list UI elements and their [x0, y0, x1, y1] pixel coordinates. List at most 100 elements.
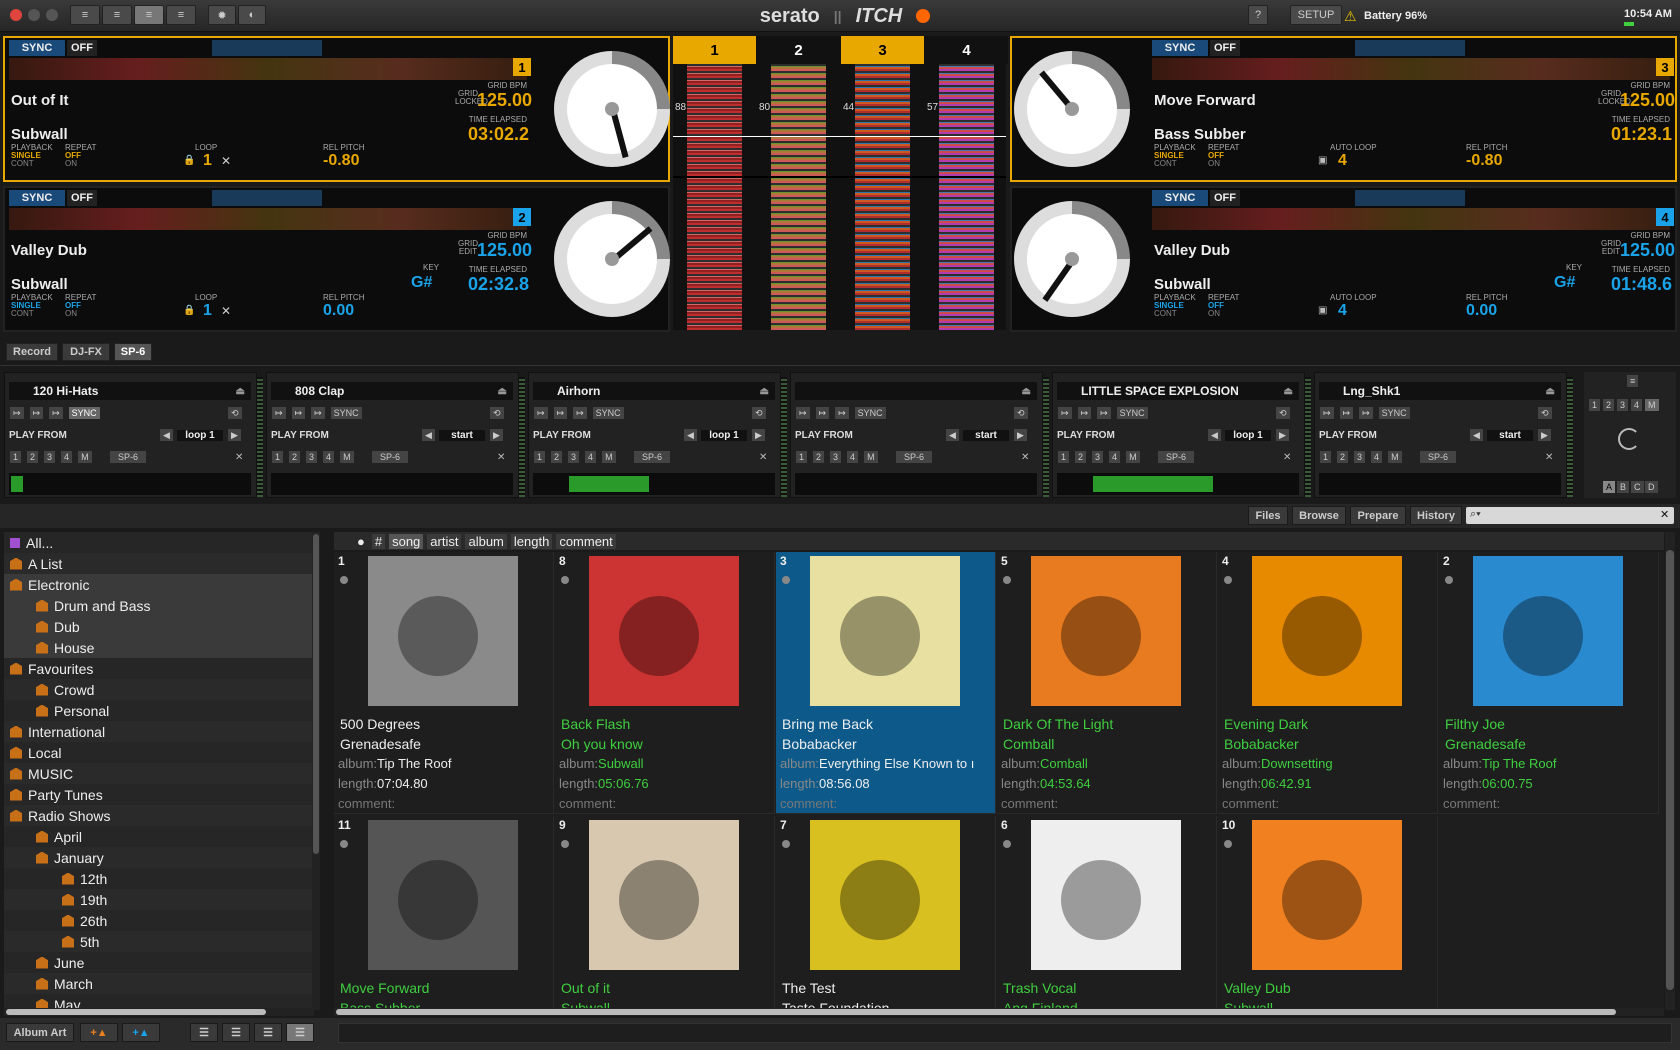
output-1-button[interactable]: 1	[795, 450, 809, 464]
sp6-output-button[interactable]: SP-6	[633, 450, 672, 464]
night-mode-button[interactable]: ◐	[238, 5, 266, 25]
sample-waveform[interactable]	[795, 473, 1037, 495]
on-off-mode-icon[interactable]: ↦	[1096, 406, 1112, 420]
play-from-value[interactable]: loop 1	[177, 429, 223, 441]
play-from-prev-button[interactable]: ◀	[945, 428, 960, 442]
master-output-2-button[interactable]: 2	[1602, 398, 1616, 412]
sync-button[interactable]: SYNC	[9, 40, 65, 56]
search-clear-icon[interactable]: ✕	[1660, 508, 1669, 521]
master-output-4-button[interactable]: 4	[1630, 398, 1644, 412]
hold-mode-icon[interactable]: ↦	[552, 406, 569, 420]
loop-value[interactable]: 4	[1338, 152, 1347, 170]
play-from-prev-button[interactable]: ◀	[1207, 428, 1222, 442]
playback-cont-option[interactable]: CONT	[1154, 310, 1177, 318]
output-4-button[interactable]: 4	[60, 450, 74, 464]
mute-icon[interactable]: ✕	[1021, 452, 1029, 463]
on-off-mode-icon[interactable]: ↦	[834, 406, 850, 420]
master-output-1-button[interactable]: 1	[1588, 398, 1602, 412]
play-from-prev-button[interactable]: ◀	[421, 428, 436, 442]
crate-item[interactable]: June	[4, 952, 314, 973]
output-m-button[interactable]: M	[1387, 450, 1403, 464]
eject-icon[interactable]: ⏏	[1284, 386, 1293, 397]
sample-name[interactable]: LITTLE SPACE EXPLOSION ⏏	[1057, 382, 1299, 400]
files-button[interactable]: Files	[1248, 506, 1288, 525]
trigger-mode-icon[interactable]: ↦	[271, 406, 287, 420]
mute-icon[interactable]: ✕	[1545, 452, 1553, 463]
loop-lock-icon[interactable]: ▣	[1318, 155, 1327, 166]
grid-horizontal-thumb[interactable]	[336, 1009, 1616, 1015]
track-card[interactable]: 5 Dark Of The Light Comball album:Comball le…	[997, 552, 1217, 814]
sample-name[interactable]: ⏏	[795, 382, 1037, 400]
eject-icon[interactable]: ⏏	[498, 386, 507, 397]
prepare-button[interactable]: Prepare	[1350, 506, 1406, 525]
repeat-icon[interactable]: ⟲	[1537, 406, 1553, 420]
repeat-on-option[interactable]: ON	[65, 160, 77, 168]
mute-icon[interactable]: ✕	[759, 452, 767, 463]
mute-icon[interactable]: ✕	[1283, 452, 1291, 463]
output-3-button[interactable]: 3	[305, 450, 319, 464]
trigger-mode-icon[interactable]: ↦	[533, 406, 549, 420]
crate-item[interactable]: 19th	[4, 889, 314, 910]
repeat-icon[interactable]: ⟲	[1275, 406, 1291, 420]
play-from-next-button[interactable]: ▶	[751, 428, 766, 442]
loop-lock-icon[interactable]: ▣	[1318, 305, 1327, 316]
playback-cont-option[interactable]: CONT	[1154, 160, 1177, 168]
layout-3-button[interactable]: ≡	[134, 5, 164, 25]
on-off-mode-icon[interactable]: ↦	[572, 406, 588, 420]
main-waveform-display[interactable]: 1 88 2 80 3 44 4 57	[673, 36, 1008, 330]
sample-name[interactable]: 120 Hi-Hats ⏏	[9, 382, 251, 400]
track-overview-waveform[interactable]	[9, 58, 527, 80]
output-2-button[interactable]: 2	[1336, 450, 1350, 464]
output-4-button[interactable]: 4	[1108, 450, 1122, 464]
play-from-value[interactable]: loop 1	[1225, 429, 1271, 441]
output-1-button[interactable]: 1	[1319, 450, 1333, 464]
sync-off-button[interactable]: OFF	[1210, 40, 1240, 56]
sync-button[interactable]: SYNC	[1152, 190, 1208, 206]
column-number[interactable]: #	[371, 533, 386, 549]
crate-item[interactable]: Personal	[4, 700, 314, 721]
trigger-mode-icon[interactable]: ↦	[795, 406, 811, 420]
sample-waveform[interactable]	[271, 473, 513, 495]
mute-icon[interactable]: ✕	[235, 452, 243, 463]
crate-item[interactable]: International	[4, 721, 314, 742]
output-m-button[interactable]: M	[863, 450, 879, 464]
tab-djfx[interactable]: DJ-FX	[62, 343, 110, 361]
sp6-output-button[interactable]: SP-6	[1157, 450, 1196, 464]
track-card[interactable]: 7 The Test Taste Foundation	[776, 816, 996, 1010]
output-3-button[interactable]: 3	[1091, 450, 1105, 464]
master-output-3-button[interactable]: 3	[1616, 398, 1630, 412]
column-album[interactable]: album	[465, 533, 507, 549]
track-card[interactable]: 4 Evening Dark Bobabacker album:Downsetting…	[1218, 552, 1438, 814]
sample-waveform[interactable]	[1319, 473, 1561, 495]
sample-volume-knob[interactable]	[1618, 428, 1640, 450]
loop-value[interactable]: 1	[203, 152, 212, 170]
output-m-button[interactable]: M	[339, 450, 355, 464]
play-from-prev-button[interactable]: ◀	[159, 428, 174, 442]
sp6-output-button[interactable]: SP-6	[371, 450, 410, 464]
play-from-value[interactable]: start	[439, 429, 485, 441]
crate-item[interactable]: Party Tunes	[4, 784, 314, 805]
sample-name[interactable]: Airhorn ⏏	[533, 382, 775, 400]
sp6-output-button[interactable]: SP-6	[109, 450, 148, 464]
loop-lock-icon[interactable]: 🔒	[183, 155, 195, 166]
playback-cont-option[interactable]: CONT	[11, 160, 34, 168]
output-2-button[interactable]: 2	[26, 450, 40, 464]
crate-item[interactable]: Local	[4, 742, 314, 763]
crate-item[interactable]: Drum and Bass	[4, 595, 314, 616]
sample-panel-menu-icon[interactable]: ≡	[1626, 374, 1640, 388]
time-elapsed-value[interactable]: 01:23.1	[1600, 124, 1672, 145]
crate-item[interactable]: April	[4, 826, 314, 847]
column-song[interactable]: song	[389, 533, 424, 549]
repeat-icon[interactable]: ⟲	[1013, 406, 1029, 420]
output-m-button[interactable]: M	[77, 450, 93, 464]
output-m-button[interactable]: M	[1125, 450, 1141, 464]
sync-off-button[interactable]: OFF	[1210, 190, 1240, 206]
bank-a-button[interactable]: A	[1602, 480, 1617, 494]
sync-button[interactable]: SYNC	[1152, 40, 1208, 56]
eject-icon[interactable]: ⏏	[236, 386, 245, 397]
track-overview-waveform[interactable]	[1152, 58, 1670, 80]
repeat-on-option[interactable]: ON	[1208, 160, 1220, 168]
output-3-button[interactable]: 3	[1353, 450, 1367, 464]
play-from-prev-button[interactable]: ◀	[683, 428, 698, 442]
sample-name[interactable]: Lng_Shk1 ⏏	[1319, 382, 1561, 400]
